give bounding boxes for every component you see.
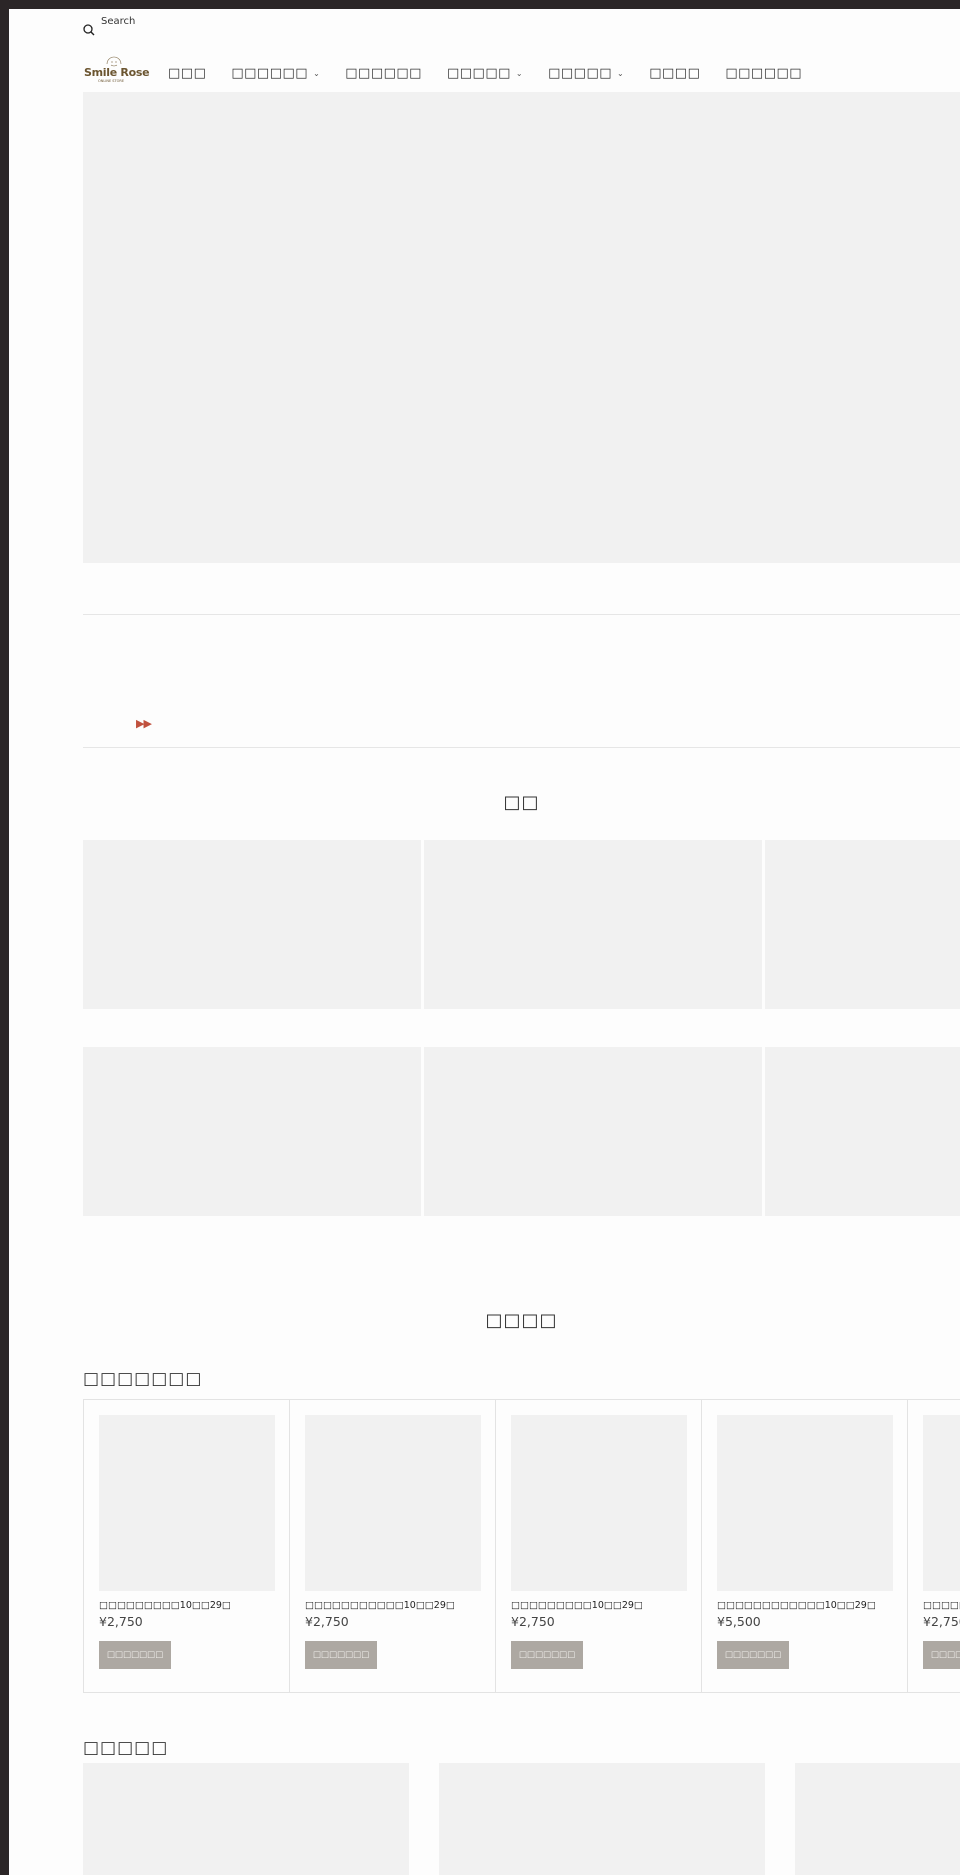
product-image[interactable] [99,1415,275,1591]
nav-label: □□□□ [649,66,701,81]
product-card: □□□□□□□□□□□□10□□29□ ¥5,500 □□□□□□□ [702,1400,908,1692]
category-tile-2[interactable] [424,840,762,1009]
add-to-cart-button[interactable]: □□□□□□□ [717,1641,789,1669]
product-price: ¥2,750 [305,1614,349,1629]
product-price: ¥2,750 [511,1614,555,1629]
product-image[interactable] [923,1415,960,1591]
search-icon [83,24,95,36]
hero-banner[interactable] [83,92,960,563]
news-more-arrows[interactable]: ▶▶ [136,717,152,730]
product-image[interactable] [717,1415,893,1591]
add-to-cart-button[interactable]: □□□□□□□ [511,1641,583,1669]
product-image[interactable] [305,1415,481,1591]
nav-item-5[interactable]: □□□□□ ⌄ [548,66,624,81]
add-to-cart-button[interactable]: □□□□□□□ [305,1641,377,1669]
page: Search Smile Rose ONLINE STORE □□□ □□□□□… [9,9,960,1875]
chevron-down-icon: ⌄ [515,69,524,78]
divider [83,614,960,615]
product-price: ¥5,500 [717,1614,761,1629]
nav-label: □□□ [168,66,207,81]
category-tile-1[interactable] [83,840,421,1009]
product-carousel: □□□□□□□□□10□□29□ ¥2,750 □□□□□□□ □□□□□□□□… [83,1399,960,1693]
nav-item-7[interactable]: □□□□□□ [725,66,802,81]
nav-item-6[interactable]: □□□□ [649,66,700,81]
product-name[interactable]: □□□□□□□□□10□□29□ [511,1600,643,1611]
category-tile-6[interactable] [765,1047,960,1216]
featured-subtitle: □□□□□□□ [83,1369,203,1389]
product-card: □□□□□□□□□10□□29□ ¥2,750 □□□□□□□ [908,1400,960,1692]
product-image[interactable] [511,1415,687,1591]
featured-section-title: □□□□ [485,1310,558,1331]
nav-item-4[interactable]: □□□□□ ⌄ [447,66,523,81]
bottom-section-title: □□□□□ [83,1738,169,1758]
bottom-tile-1[interactable] [83,1763,409,1875]
category-tile-5[interactable] [424,1047,762,1216]
nav-label: □□□□□□ [345,66,422,81]
product-name[interactable]: □□□□□□□□□10□□29□ [923,1600,960,1611]
search-label: Search [101,16,136,27]
nav-item-3[interactable]: □□□□□□ [345,66,422,81]
category-section-title: □□ [503,792,540,813]
logo-tagline: ONLINE STORE [98,79,125,83]
nav-label: □□□□□□ [231,66,309,81]
product-card: □□□□□□□□□10□□29□ ¥2,750 □□□□□□□ [496,1400,702,1692]
nav-label: □□□□□ [548,66,613,81]
nav-item-2[interactable]: □□□□□□ ⌄ [231,66,320,81]
logo-text: Smile Rose [84,66,150,79]
product-name[interactable]: □□□□□□□□□10□□29□ [99,1600,231,1611]
product-name[interactable]: □□□□□□□□□□□□10□□29□ [717,1600,876,1611]
add-to-cart-button[interactable]: □□□□□□□ [923,1641,960,1669]
add-to-cart-button[interactable]: □□□□□□□ [99,1641,171,1669]
logo[interactable]: Smile Rose ONLINE STORE [84,56,150,83]
nav-label: □□□□□□ [725,66,803,81]
chevron-down-icon: ⌄ [617,69,625,78]
main-nav: □□□ □□□□□□ ⌄ □□□□□□ □□□□□ ⌄ □□□□□ ⌄ □□□□ □□… [168,66,827,81]
product-price: ¥2,750 [99,1614,143,1629]
product-card: □□□□□□□□□□□10□□29□ ¥2,750 □□□□□□□ [290,1400,496,1692]
bottom-tile-2[interactable] [439,1763,765,1875]
nav-item-1[interactable]: □□□ [168,66,206,81]
category-tile-4[interactable] [83,1047,421,1216]
search-button[interactable]: Search [83,16,135,36]
nav-label: □□□□□ [446,66,511,81]
chevron-down-icon: ⌄ [313,69,321,78]
product-name[interactable]: □□□□□□□□□□□10□□29□ [305,1600,455,1611]
product-card: □□□□□□□□□10□□29□ ¥2,750 □□□□□□□ [84,1400,290,1692]
bottom-tile-3[interactable] [795,1763,960,1875]
divider [83,747,960,748]
category-tile-3[interactable] [765,840,960,1009]
product-price: ¥2,750 [923,1614,960,1629]
